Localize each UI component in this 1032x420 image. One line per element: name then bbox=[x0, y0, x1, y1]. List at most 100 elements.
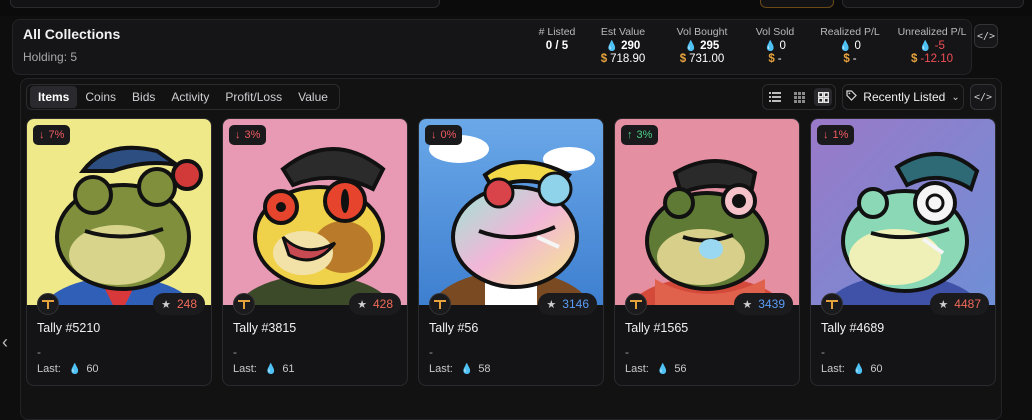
drop-icon: 💧 bbox=[68, 363, 82, 375]
arrow-down-icon: ↓ bbox=[235, 129, 241, 141]
stat-value: 0 bbox=[854, 40, 861, 52]
holding-count: Holding: 5 bbox=[23, 50, 78, 64]
last-label: Last: bbox=[625, 363, 649, 375]
stat-vol-sold: Vol Sold 💧 0 $ - bbox=[749, 26, 801, 65]
drop-icon: 💧 bbox=[460, 363, 474, 375]
price-change-badge: ↓ 0% bbox=[425, 125, 463, 145]
nft-image[interactable] bbox=[27, 119, 211, 305]
chevron-left-icon[interactable]: ‹ bbox=[2, 333, 8, 351]
stat-vol-bought: Vol Bought 💧 295 $731.00 bbox=[667, 26, 737, 65]
dollar-icon: $ bbox=[910, 53, 918, 65]
rarity-rank-badge: ★ 428 bbox=[349, 293, 401, 315]
star-icon: ★ bbox=[742, 298, 753, 311]
stat-value: -5 bbox=[934, 40, 945, 52]
price-change-badge: ↑ 3% bbox=[621, 125, 659, 145]
nft-price: - bbox=[37, 345, 41, 359]
dollar-icon: $ bbox=[843, 53, 850, 65]
items-code-button[interactable]: </> bbox=[970, 84, 996, 110]
stat-usd: - bbox=[777, 53, 782, 65]
stat-value: 295 bbox=[700, 40, 720, 52]
stat-label: Unrealized P/L bbox=[897, 26, 967, 38]
stat-est-value: Est Value 💧 290 $718.90 bbox=[593, 26, 653, 65]
drop-icon: 💧 bbox=[852, 363, 866, 375]
nft-price: - bbox=[821, 345, 825, 359]
nft-card[interactable]: ↓ 7% ★ 248 Tally #5210 - Last: 💧 60 bbox=[26, 118, 212, 386]
last-sale: Last: 💧 60 bbox=[821, 363, 883, 375]
last-label: Last: bbox=[233, 363, 257, 375]
drop-icon: 💧 bbox=[264, 363, 278, 375]
tab-value[interactable]: Value bbox=[290, 86, 336, 108]
token-icon bbox=[625, 293, 647, 315]
price-change-value: 0% bbox=[440, 129, 457, 141]
top-search-bar[interactable] bbox=[10, 0, 440, 8]
drop-icon: 💧 bbox=[605, 41, 619, 52]
token-icon bbox=[37, 293, 59, 315]
left-rail bbox=[0, 78, 14, 418]
nft-card[interactable]: ↓ 3% ★ 428 Tally #3815 - Last: 💧 61 bbox=[222, 118, 408, 386]
dollar-icon: $ bbox=[600, 53, 608, 65]
token-icon bbox=[233, 293, 255, 315]
stat-label: Vol Sold bbox=[755, 26, 795, 38]
rarity-rank-badge: ★ 4487 bbox=[930, 293, 989, 315]
tab-activity[interactable]: Activity bbox=[163, 86, 217, 108]
nft-name[interactable]: Tally #4689 bbox=[821, 321, 884, 335]
last-label: Last: bbox=[37, 363, 61, 375]
arrow-down-icon: ↓ bbox=[39, 129, 45, 141]
grid-small-icon[interactable] bbox=[790, 88, 808, 106]
nft-price: - bbox=[429, 345, 433, 359]
token-icon bbox=[821, 293, 843, 315]
header-code-button[interactable]: </> bbox=[974, 24, 998, 48]
grid-large-icon[interactable] bbox=[814, 88, 832, 106]
price-change-badge: ↓ 7% bbox=[33, 125, 71, 145]
list-view-icon[interactable] bbox=[766, 88, 784, 106]
nft-image[interactable] bbox=[615, 119, 799, 305]
stat-label: Realized P/L bbox=[820, 26, 880, 38]
page-title: All Collections bbox=[23, 26, 121, 42]
drop-icon: 💧 bbox=[656, 363, 670, 375]
code-icon: </> bbox=[976, 30, 996, 42]
stat-label: Est Value bbox=[600, 26, 646, 38]
nft-price: - bbox=[625, 345, 629, 359]
nft-card[interactable]: ↓ 0% ★ 3146 Tally #56 - Last: 💧 58 bbox=[418, 118, 604, 386]
price-change-badge: ↓ 3% bbox=[229, 125, 267, 145]
stat-label: Vol Bought bbox=[676, 26, 728, 38]
stat-usd: - bbox=[852, 53, 857, 65]
last-value: 60 bbox=[870, 363, 883, 375]
sort-dropdown[interactable]: Recently Listed ⌄ bbox=[842, 84, 964, 110]
star-icon: ★ bbox=[161, 298, 171, 311]
last-sale: Last: 💧 60 bbox=[37, 363, 99, 375]
stat-value: 290 bbox=[621, 40, 641, 52]
rank-value: 428 bbox=[372, 297, 393, 311]
rank-value: 4487 bbox=[954, 297, 981, 311]
nft-name[interactable]: Tally #56 bbox=[429, 321, 478, 335]
tab-items[interactable]: Items bbox=[30, 86, 78, 108]
top-account-button[interactable] bbox=[842, 0, 1024, 8]
rank-value: 3146 bbox=[562, 297, 589, 311]
last-sale: Last: 💧 56 bbox=[625, 363, 687, 375]
dollar-icon: $ bbox=[768, 53, 775, 65]
nft-image[interactable] bbox=[419, 119, 603, 305]
top-action-button[interactable] bbox=[760, 0, 834, 8]
price-change-badge: ↓ 1% bbox=[817, 125, 855, 145]
nft-name[interactable]: Tally #3815 bbox=[233, 321, 296, 335]
last-value: 56 bbox=[674, 363, 687, 375]
nft-card[interactable]: ↑ 3% ★ 3439 Tally #1565 - Last: 💧 56 bbox=[614, 118, 800, 386]
nft-name[interactable]: Tally #5210 bbox=[37, 321, 100, 335]
token-icon bbox=[429, 293, 451, 315]
star-icon: ★ bbox=[357, 298, 367, 311]
nft-name[interactable]: Tally #1565 bbox=[625, 321, 688, 335]
tab-coins[interactable]: Coins bbox=[77, 86, 124, 108]
tab-profit-loss[interactable]: Profit/Loss bbox=[217, 86, 290, 108]
rarity-rank-badge: ★ 248 bbox=[153, 293, 205, 315]
nft-image[interactable] bbox=[811, 119, 995, 305]
portfolio-summary: All Collections Holding: 5 # Listed 0 / … bbox=[12, 19, 972, 75]
chevron-down-icon: ⌄ bbox=[951, 91, 960, 103]
nft-price: - bbox=[233, 345, 237, 359]
tab-bids[interactable]: Bids bbox=[124, 86, 163, 108]
top-strip bbox=[0, 0, 1032, 16]
nft-card[interactable]: ↓ 1% ★ 4487 Tally #4689 - Last: 💧 60 bbox=[810, 118, 996, 386]
drop-icon: 💧 bbox=[839, 41, 852, 52]
stat-usd: -12.10 bbox=[920, 53, 953, 65]
nft-image[interactable] bbox=[223, 119, 407, 305]
rarity-rank-badge: ★ 3439 bbox=[734, 293, 793, 315]
